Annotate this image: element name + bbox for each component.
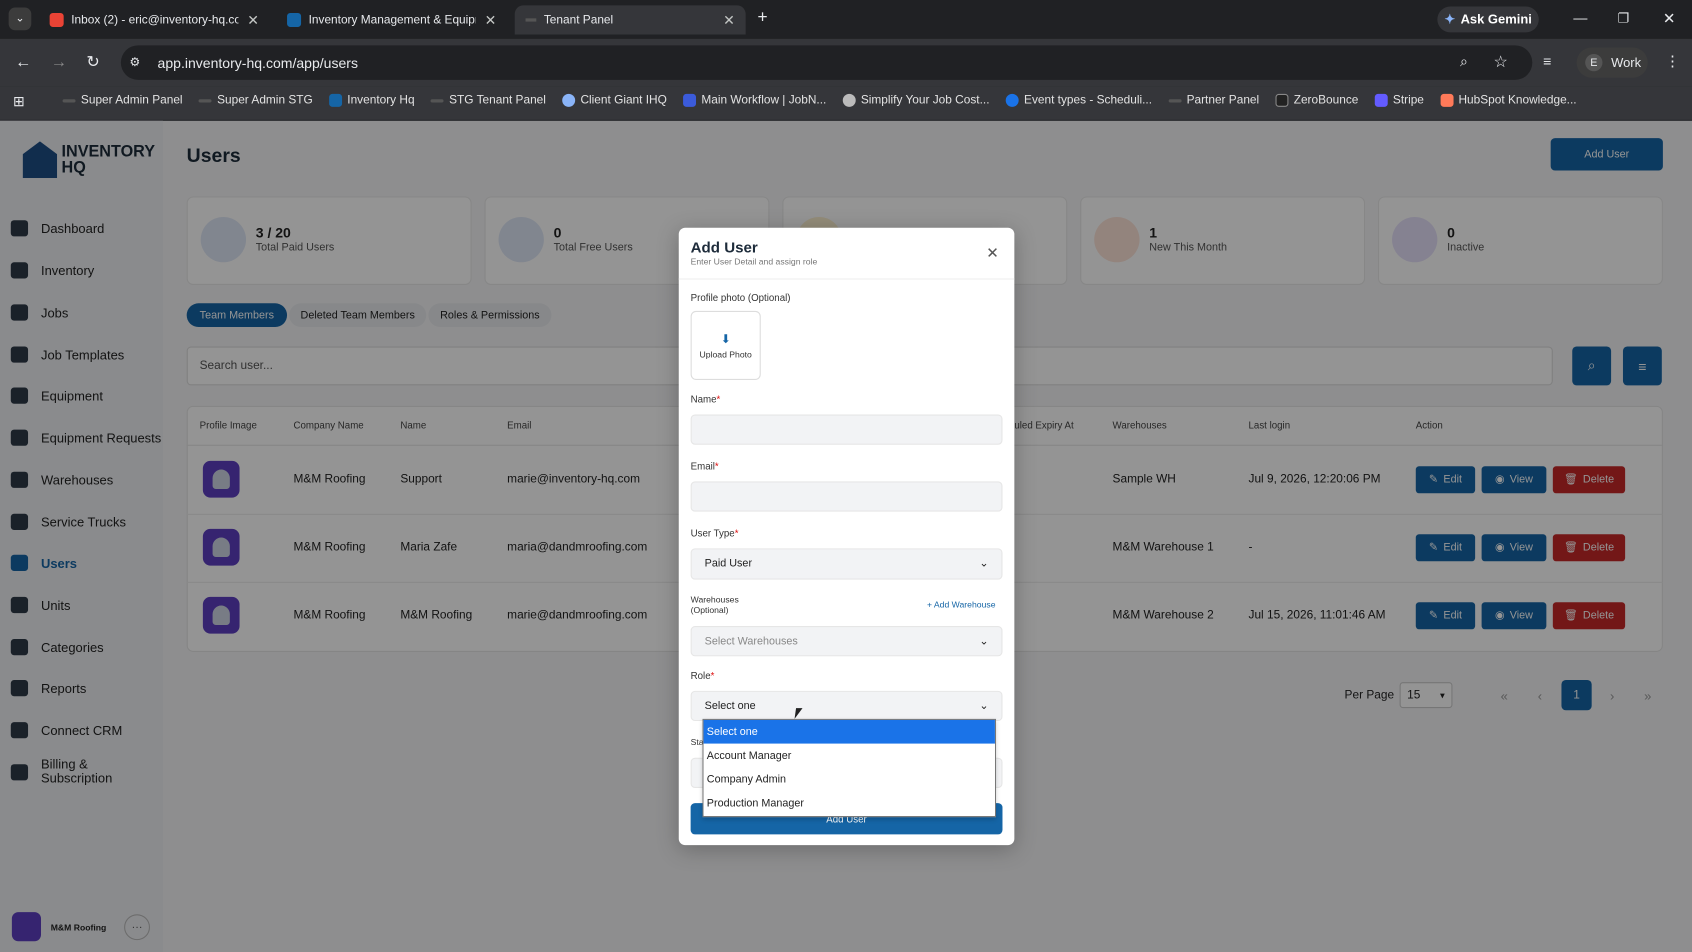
close-tab-icon[interactable]: ✕ [247, 11, 259, 28]
tab-search-button[interactable]: ⌄ [8, 7, 32, 31]
role-option-production-manager[interactable]: Production Manager [703, 791, 995, 815]
browser-menu-icon[interactable]: ⋮ [1665, 52, 1680, 70]
bookmark-favicon [328, 93, 342, 107]
gemini-icon: ✦ [1444, 11, 1456, 27]
role-option-select-one[interactable]: Select one [703, 719, 995, 744]
bookmark-favicon [1168, 98, 1182, 103]
new-tab-icon[interactable]: + [758, 9, 768, 28]
bookmark-item[interactable]: Event types - Scheduli... [1005, 93, 1152, 108]
modal-title: Add User [690, 238, 758, 256]
bookmark-item[interactable]: Stripe [1374, 93, 1424, 108]
tab-groups-icon[interactable]: ≡ [1543, 53, 1551, 69]
bookmark-favicon [1005, 93, 1019, 107]
bookmarks-bar: Super Admin Panel Super Admin STG Invent… [62, 93, 1577, 108]
email-field[interactable] [690, 481, 1003, 512]
close-tab-icon[interactable]: ✕ [723, 11, 735, 28]
chevron-down-icon: ⌄ [979, 635, 989, 648]
bookmark-favicon [62, 98, 76, 103]
role-option-account-manager[interactable]: Account Manager [703, 743, 995, 768]
url-text[interactable]: app.inventory-hq.com/app/users [158, 55, 358, 71]
bookmark-item[interactable]: Super Admin STG [198, 93, 313, 108]
ask-gemini-button[interactable]: ✦ Ask Gemini [1437, 6, 1539, 33]
browser-tab-inventory[interactable]: Inventory Management & Equipm ✕ [276, 5, 507, 34]
upload-icon: ⬇ [720, 332, 731, 346]
close-tab-icon[interactable]: ✕ [485, 11, 497, 28]
warehouses-select[interactable]: Select Warehouses ⌄ [690, 626, 1003, 657]
role-option-company-admin[interactable]: Company Admin [703, 767, 995, 792]
gmail-icon [49, 12, 64, 27]
upload-photo-button[interactable]: ⬇ Upload Photo [690, 310, 761, 380]
bookmark-item[interactable]: ZeroBounce [1275, 93, 1358, 108]
add-warehouse-link[interactable]: + Add Warehouse [927, 600, 996, 610]
back-icon[interactable]: ← [15, 53, 31, 71]
bookmark-favicon [562, 93, 576, 107]
chevron-down-icon: ⌄ [979, 558, 989, 570]
user-type-select[interactable]: Paid User ⌄ [690, 548, 1003, 580]
browser-tab-tenant-panel[interactable]: Tenant Panel ✕ [514, 5, 746, 35]
minimize-icon[interactable]: — [1573, 10, 1587, 26]
zoom-icon[interactable]: ⌕ [1460, 53, 1468, 70]
name-field[interactable] [690, 414, 1003, 445]
apps-grid-icon[interactable]: ⊞ [13, 93, 25, 110]
profile-avatar: E [1585, 53, 1603, 72]
inventory-hq-favicon [287, 12, 302, 27]
bookmark-favicon [1374, 93, 1388, 107]
forward-icon[interactable]: → [51, 53, 67, 71]
email-label: Email* [690, 460, 719, 472]
bookmark-item[interactable]: Simplify Your Job Cost... [842, 93, 990, 108]
bookmark-item[interactable]: Super Admin Panel [62, 93, 183, 108]
bookmark-favicon [198, 98, 212, 103]
close-icon[interactable]: ✕ [986, 244, 999, 262]
bookmark-favicon [1440, 93, 1454, 107]
bookmark-item[interactable]: HubSpot Knowledge... [1440, 93, 1577, 108]
bookmark-favicon [430, 98, 444, 103]
reload-icon[interactable]: ↻ [86, 52, 100, 71]
user-type-label: User Type* [690, 527, 739, 539]
close-window-icon[interactable]: ✕ [1663, 10, 1676, 28]
bookmark-item[interactable]: Inventory Hq [328, 93, 415, 108]
bookmark-favicon [683, 93, 697, 107]
bookmark-item[interactable]: STG Tenant Panel [430, 93, 546, 108]
warehouses-label: Warehouses (Optional) [690, 594, 739, 616]
modal-subtitle: Enter User Detail and assign role [690, 256, 818, 267]
bookmark-star-icon[interactable]: ☆ [1493, 52, 1508, 71]
bookmark-favicon [842, 93, 856, 107]
name-label: Name* [690, 393, 721, 405]
chevron-down-icon: ⌄ [979, 699, 989, 712]
browser-tab-gmail[interactable]: Inbox (2) - eric@inventory-hq.com ✕ [39, 5, 270, 34]
restore-icon[interactable]: ❐ [1618, 11, 1630, 26]
bookmark-item[interactable]: Client Giant IHQ [562, 93, 667, 108]
role-label: Role* [690, 670, 715, 682]
bookmark-favicon [1275, 93, 1289, 107]
role-select[interactable]: Select one ⌄ [690, 690, 1003, 722]
profile-button[interactable]: E Work [1576, 47, 1648, 78]
bookmark-item[interactable]: Partner Panel [1168, 93, 1259, 108]
site-info-icon[interactable]: ⚙ [129, 55, 140, 69]
bookmark-item[interactable]: Main Workflow | JobN... [683, 93, 826, 108]
tenant-panel-favicon [525, 18, 537, 22]
profile-photo-label: Profile photo (Optional) [690, 292, 791, 304]
